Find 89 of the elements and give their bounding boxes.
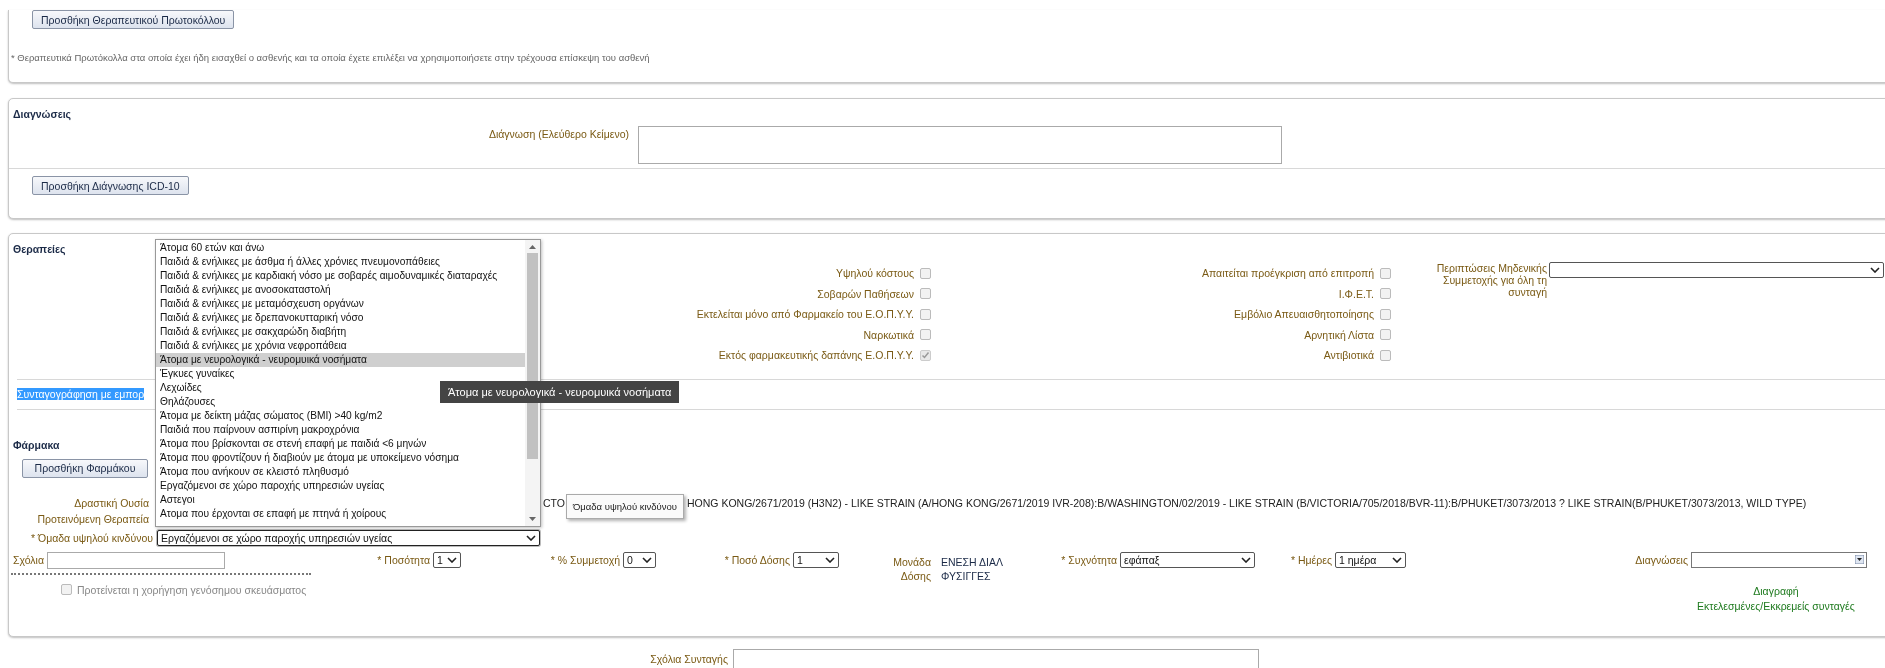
checkbox-label: Εμβόλιο Απευαισθητοποίησης [1234,308,1374,321]
chevron-down-icon [1241,556,1251,563]
dropdown-option[interactable]: Παιδιά που παίρνουν ασπιρίνη μακροχρόνια [156,423,525,437]
add-diagnosis-button[interactable]: Προσθήκη Διάγνωσης ICD-10 [32,176,189,195]
zero-participation-select[interactable] [1549,262,1884,278]
checkbox-label: Αρνητική Λίστα [1304,328,1374,341]
frequency-select[interactable]: εφάπαξ [1120,551,1255,568]
checkbox[interactable] [1380,349,1391,361]
field-label: Σχόλια [13,554,44,566]
checkbox[interactable] [1380,308,1391,320]
tooltip: Όμαδα υψηλού κινδύνου [566,494,685,519]
field-label: * Όμαδα υψηλού κινδύνου [30,532,153,544]
dropdown-option[interactable]: Ατομα που έρχονται σε επαφή με πτηνά ή χοίρους [156,507,525,521]
diagnosis-text-field[interactable] [638,126,1282,164]
dropdown-option[interactable]: Άτομα που βρίσκονται σε στενή επαφή με παιδιά <6 μηνών [156,437,525,451]
checkbox[interactable] [920,288,931,300]
dropdown-option[interactable]: Άτομα 60 ετών και άνω [156,241,525,255]
active-substance-text: HONG KONG/2671/2019 (H3N2) - LIKE STRAIN (A/HONG KONG/2671/2019 IVR-208):B/WASHINGTON/02/2019 - LIKE STRAIN (B/VICTORIA/705/2018/BVR-11):B/PHUKET/3073/2013 ? LIKE STRAIN(B/PHUKET/3073/2013, WILD TYPE) [687,497,1807,509]
field-label: Μονάδα Δόσης [892,554,931,583]
dropdown-option[interactable]: Παιδιά & ενήλικες με σακχαρώδη διαβήτη [156,325,525,339]
dropdown-option[interactable]: Άτομα που ανήκουν σε κλειστό πληθυσμό [156,465,525,479]
dropdown-option[interactable]: Παιδιά & ενήλικες με καρδιακή νόσο με σοβαρές αιμοδυναμικές διαταραχές [156,269,525,283]
checkbox-label: Σοβαρών Παθήσεων [817,287,914,300]
section-title: Θεραπείες [12,242,66,255]
link[interactable]: Εκτελεσμένες/Εκκρεμείς συνταγές [1697,599,1855,612]
checkbox-label: Εκτελείται μόνο από Φαρμακείο του Ε.Ο.Π.Υ.Υ. [696,308,914,321]
field-label: * Ημέρες [1290,553,1332,566]
checkbox[interactable] [61,584,72,595]
dropdown-option[interactable]: Παιδιά & ενήλικες με ανοσοκαταστολή [156,283,525,297]
protocols-note: * Θεραπευτικά Πρωτόκολλα στα οποία έχει ήδη εισαχθεί ο ασθενής και τα οποία έχετε επιλέξει να χρησιμοποιήσετε στην τρέχουσα επίσκεψη του ασθενή [11,52,651,63]
chevron-down-icon [1392,556,1402,563]
chevron-down-icon [825,556,835,563]
field-label: Διαγνώσεις [1635,553,1688,566]
checkbox-label: Υψηλού κόστους [836,267,914,280]
section-title: Φάρμακα [12,437,60,451]
link[interactable]: Διαγραφή [1753,584,1799,597]
commercial-name-label: Συνταγογράφηση με εμπορ [17,388,145,400]
dropdown-option[interactable]: Εργαζόμενοι σε χώρο παροχής υπηρεσιών υγείας [156,479,525,493]
checkbox-label: Αντιβιοτικά [1323,349,1374,362]
dropdown-option[interactable]: Άτομα με νευρολογικά - νευρομυικά νοσήματα [156,353,525,367]
field-label: Δραστική Ουσία [73,497,149,509]
checkbox-label: Εκτός φαρμακευτικής δαπάνης Ε.Ο.Π.Υ.Υ. [718,349,914,362]
dropdown-option[interactable]: Άτομα με δείκτη μάζας σώματος (BMI) >40 kg/m2 [156,409,525,423]
add-drug-button[interactable]: Προσθήκη Φαρμάκου [22,458,148,478]
field-label: * Ποσότητα [377,553,430,566]
section-title: Διαγνώσεις [12,107,71,120]
active-substance-text: CTO [543,497,565,509]
field-label: Προτεινόμενη Θεραπεία [36,512,149,525]
field-label: * % Συμμετοχή [550,553,620,566]
checkbox[interactable] [920,267,931,279]
field-label: * Συχνότητα [1061,553,1117,566]
checkbox[interactable] [1380,329,1391,341]
dose-amount-select[interactable]: 1 [793,551,839,568]
field-label: Περιπτώσεις Μηδενικής Συμμετοχής για όλη τη συνταγή [1435,262,1547,298]
dose-unit-text: ΕΝΕΣΗ ΔΙΑΛ ΦΥΣΙΓΓΕΣ [941,554,1004,583]
risk-group-select[interactable]: Εργαζόμενοι σε χώρο παροχής υπηρεσιών υγείας [157,530,540,546]
chevron-down-icon [642,556,652,563]
checkbox-label: Ναρκωτικά [863,328,914,341]
add-protocol-button[interactable]: Προσθήκη Θεραπευτικού Πρωτοκόλλου [32,10,235,29]
comments-field[interactable] [47,551,225,569]
field-label: * Ποσό Δόσης [724,553,790,566]
dropdown-option[interactable]: Παιδιά & ενήλικες με άσθμα ή άλλες χρόνιες πνευμονοπάθειες [156,255,525,269]
checkbox[interactable] [920,349,931,361]
caret-icon [1855,555,1864,564]
dropdown-option[interactable]: Παιδιά & ενήλικες με μεταμόσχευση οργάνων [156,297,525,311]
field-label: Σχόλια Συνταγής [649,652,728,665]
checkbox-label: Απαιτείται προέγκριση από επιτροπή [1202,267,1374,280]
chevron-down-icon [526,535,536,541]
field-label: Διάγνωση (Ελεύθερο Κείμενο) [487,127,629,140]
chevron-down-icon [447,556,457,563]
checkbox[interactable] [1380,288,1391,300]
dropdown-option[interactable]: Άτομα που φροντίζουν ή διαβιούν με άτομα με υποκείμενο νόσημα [156,451,525,465]
chevron-down-icon [1870,267,1880,273]
dropdown-option[interactable]: Παιδιά & ενήλικες με δρεπανοκυτταρική νόσο [156,311,525,325]
dropdown-option[interactable]: Αστεγοι [156,493,525,507]
checkbox[interactable] [920,308,931,320]
quantity-select[interactable]: 1 [433,551,461,568]
scroll-down-icon[interactable] [529,517,536,521]
days-select[interactable]: 1 ημέρα [1335,551,1406,568]
dropdown-option[interactable]: Παιδιά & ενήλικες με χρόνια νεφροπάθεια [156,339,525,353]
checkbox[interactable] [1380,267,1391,279]
checkbox[interactable] [920,329,931,341]
scroll-up-icon[interactable] [529,245,536,249]
checkbox-label: Ι.Φ.Ε.Τ. [1338,287,1374,300]
tooltip: Άτομα με νευρολογικά - νευρομυικά νοσήματα [440,381,680,403]
diagnoses-select[interactable] [1691,551,1867,568]
participation-select[interactable]: 0 [623,551,656,568]
dropdown-option[interactable]: Έγκυες γυναίκες [156,367,525,381]
checkbox-label: Προτείνεται η χορήγηση γενόσημου σκευάσματος [77,583,307,596]
